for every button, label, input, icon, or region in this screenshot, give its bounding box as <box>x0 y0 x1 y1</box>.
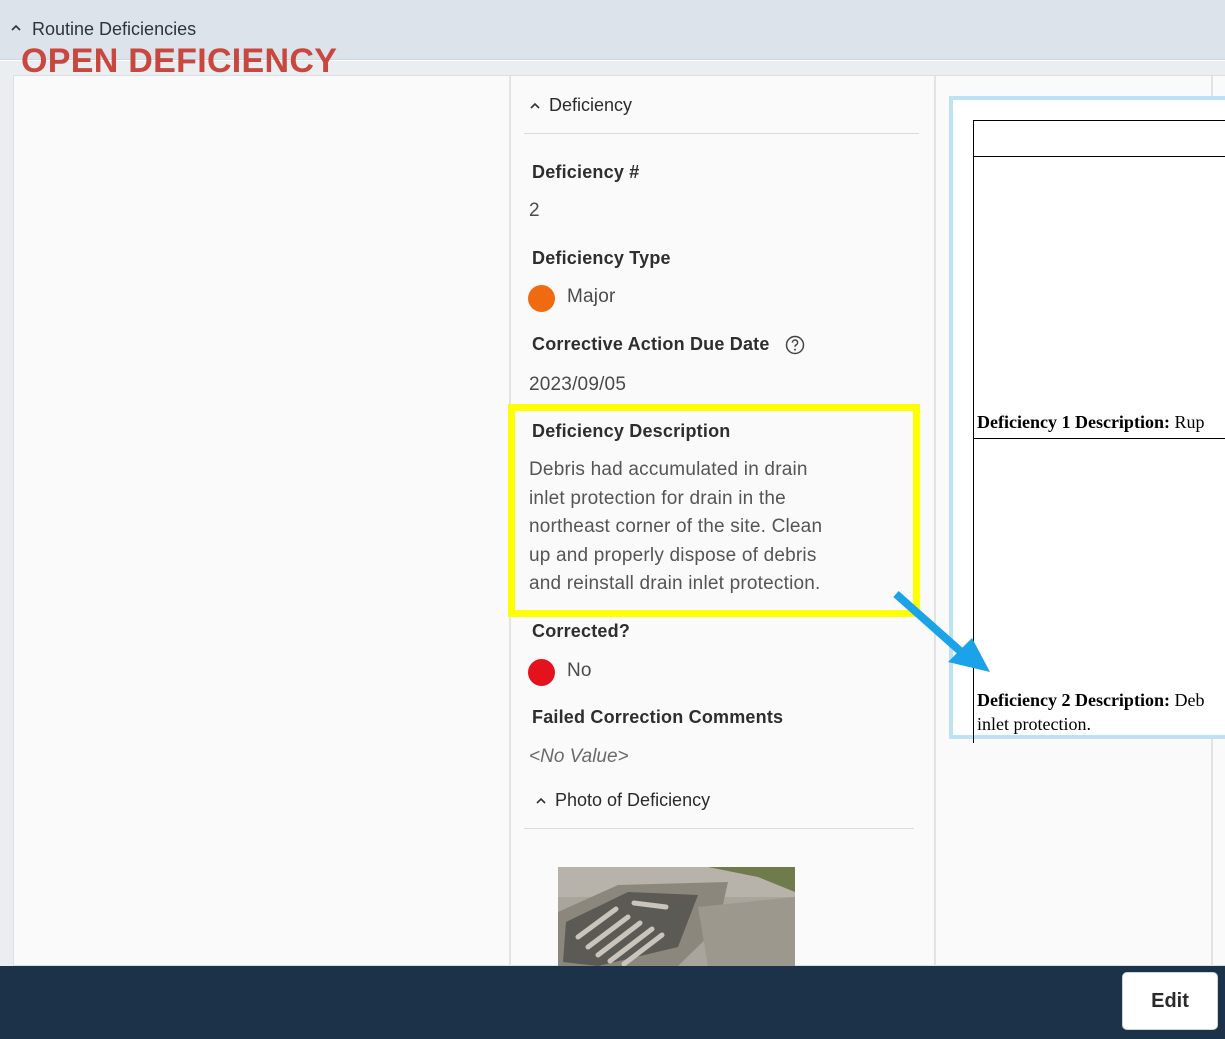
corrected-status-dot <box>528 659 555 686</box>
table-border <box>973 156 1225 157</box>
status-title: OPEN DEFICIENCY <box>21 42 338 80</box>
doc-deficiency-2-description: Deficiency 2 Description: Deb <box>977 690 1205 710</box>
deficiency-type-value: Major <box>567 286 616 307</box>
deficiency-photo[interactable] <box>558 867 795 966</box>
table-border <box>973 438 1225 439</box>
drain-photo-image <box>558 867 795 966</box>
deficiency-number-value: 2 <box>529 200 540 221</box>
failed-comments-value: <No Value> <box>529 746 629 767</box>
corrected-label: Corrected? <box>532 621 631 641</box>
failed-comments-label: Failed Correction Comments <box>532 707 784 727</box>
section-title: Deficiency <box>549 95 633 115</box>
help-icon[interactable] <box>785 335 805 355</box>
deficiency-type-label: Deficiency Type <box>532 248 671 268</box>
doc-deficiency-1-description: Deficiency 1 Description: Rup <box>977 412 1205 432</box>
divider <box>524 133 919 134</box>
deficiency-number-label: Deficiency # <box>532 162 640 182</box>
doc-deficiency-2-continued: inlet protection. <box>977 714 1091 734</box>
edit-button[interactable]: Edit <box>1122 972 1218 1030</box>
photo-section-toggle[interactable]: Photo of Deficiency <box>535 790 710 811</box>
highlight-box <box>508 404 920 617</box>
type-status-dot <box>528 285 555 312</box>
section-title: Routine Deficiencies <box>32 19 197 39</box>
due-date-label: Corrective Action Due Date <box>532 334 770 354</box>
due-date-value: 2023/09/05 <box>529 374 627 395</box>
table-border <box>973 120 1225 121</box>
footer-bar <box>0 966 1225 1039</box>
divider <box>524 828 914 829</box>
chevron-up-icon <box>536 797 546 804</box>
chevron-up-icon <box>11 24 21 31</box>
chevron-up-icon <box>530 102 540 109</box>
deficiency-section-toggle[interactable]: Deficiency <box>529 95 632 116</box>
column-divider <box>934 76 936 967</box>
section-title: Photo of Deficiency <box>555 790 711 810</box>
corrected-value: No <box>567 660 592 681</box>
annotation-arrow-icon <box>893 591 990 672</box>
